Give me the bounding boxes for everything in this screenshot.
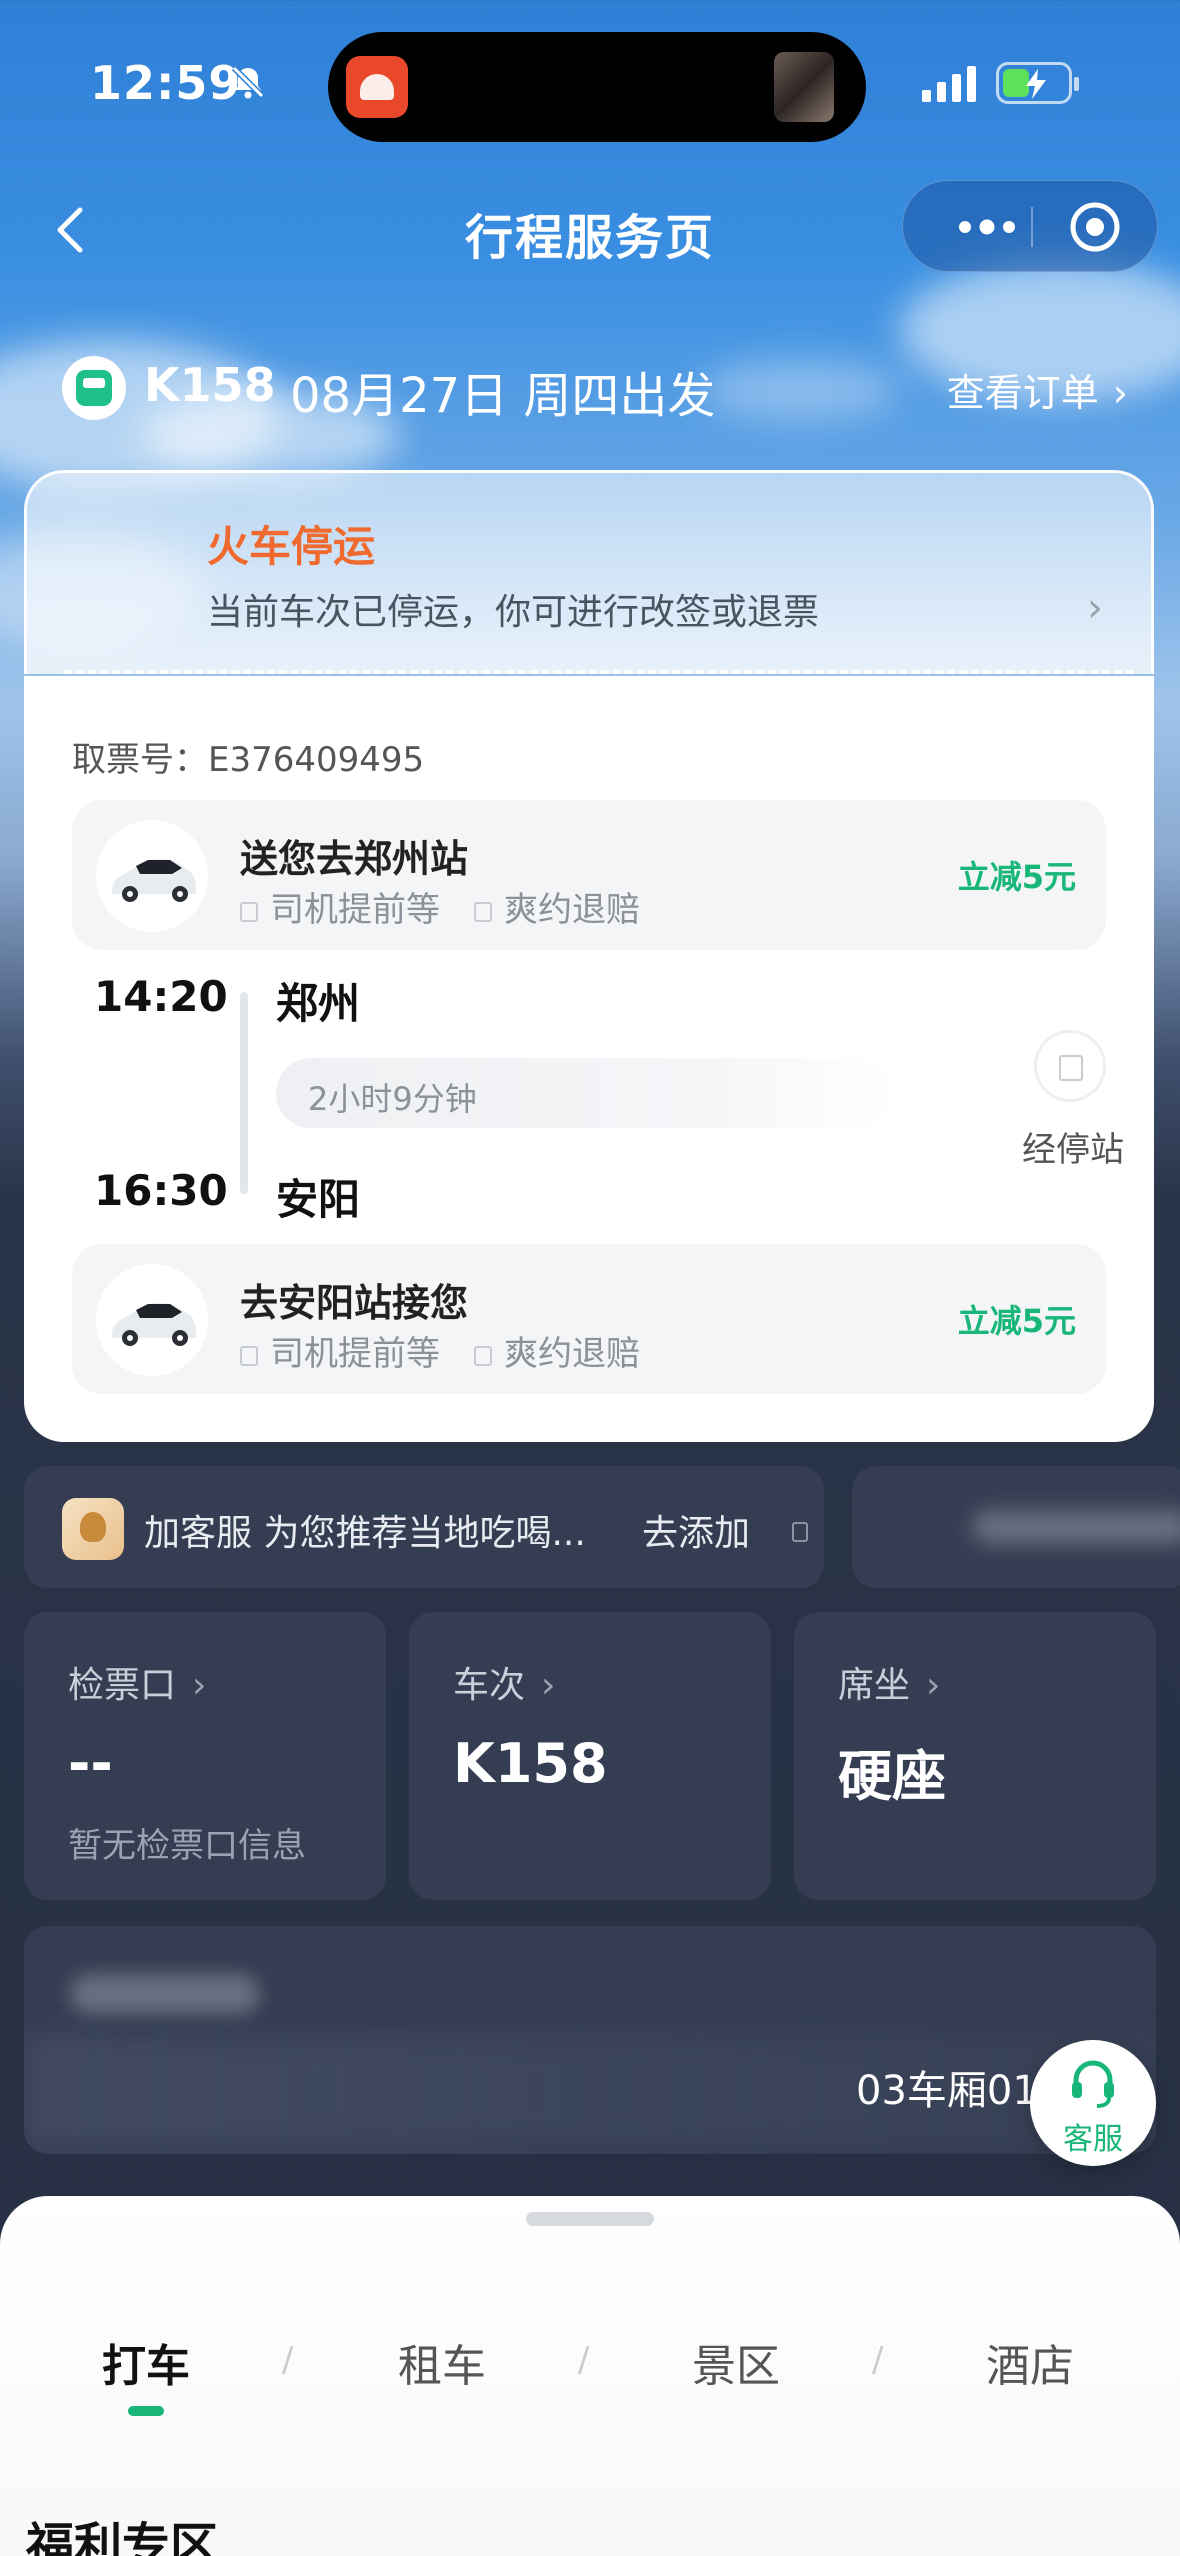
info-card-gate[interactable]: 检票口 › -- 暂无检票口信息: [24, 1612, 386, 1900]
customer-service-float-button[interactable]: 客服: [1030, 2040, 1156, 2166]
taxi-title: 送您去郑州站: [240, 837, 469, 881]
info-label: 检票口: [68, 1665, 177, 1706]
stops-button[interactable]: [1034, 1030, 1106, 1102]
train-icon: [62, 356, 126, 420]
add-service-link[interactable]: 去添加: [642, 1504, 750, 1556]
itinerary-card: 取票号：E376409495 送您去郑州站 司机提前等 爽约退赔 立减5元 14:…: [24, 676, 1154, 1442]
travel-duration: 2小时9分钟: [276, 1058, 896, 1128]
tab-separator: /: [282, 2340, 294, 2380]
info-card-seat[interactable]: 席坐 › 硬座: [794, 1612, 1156, 1900]
miniapp-capsule: [902, 180, 1158, 272]
train-number: K158: [144, 358, 276, 412]
app-activity-icon: [346, 56, 408, 118]
tab-scenic[interactable]: 景区: [636, 2330, 836, 2394]
tag-driver-wait: 司机提前等: [270, 1334, 440, 1374]
checkbox-icon: [474, 1345, 492, 1366]
battery-icon: [996, 62, 1079, 104]
service-suspended-notice[interactable]: 火车停运 当前车次已停运，你可进行改签或退票 ›: [24, 470, 1154, 674]
tab-hotel[interactable]: 酒店: [930, 2330, 1130, 2394]
info-label: 车次: [453, 1665, 526, 1706]
taxi-from-station-card[interactable]: 去安阳站接您 司机提前等 爽约退赔 立减5元: [72, 1244, 1106, 1394]
chevron-right-icon: ›: [1087, 585, 1103, 631]
ticket-perforation: [64, 670, 1134, 674]
nav-bar: 行程服务页: [0, 180, 1180, 280]
notice-description: 当前车次已停运，你可进行改签或退票: [207, 592, 820, 633]
tag-noshow-refund: 爽约退赔: [504, 890, 640, 930]
info-value: 硬座: [838, 1745, 946, 1808]
service-badge-icon: [62, 1498, 124, 1560]
silent-bell-icon: [231, 65, 265, 99]
more-dots-icon[interactable]: [947, 209, 1027, 245]
media-artwork-icon: [774, 52, 834, 122]
info-card-train[interactable]: 车次 › K158: [409, 1612, 771, 1900]
checkbox-icon: [474, 901, 492, 922]
capsule-divider: [1031, 207, 1033, 247]
discount-badge: 立减5元: [957, 1302, 1076, 1340]
status-bar: 12:59: [0, 0, 1180, 170]
stops-label[interactable]: 经停站: [1022, 1122, 1124, 1171]
car-icon: [96, 820, 208, 932]
tab-car-rental[interactable]: 租车: [342, 2330, 542, 2394]
journey-line: [240, 992, 248, 1194]
customer-service-label: 客服: [1063, 2122, 1123, 2157]
service-text: 加客服 为您推荐当地吃喝...: [144, 1513, 586, 1554]
section-title: 福利专区: [26, 2518, 219, 2556]
departure-station: 郑州: [276, 979, 361, 1028]
active-tab-indicator: [128, 2406, 164, 2416]
secondary-banner[interactable]: [852, 1466, 1180, 1588]
train-header: K158 08月27日 周四出发 查看订单 ›: [0, 346, 1180, 426]
bottom-sheet: 打车 / 租车 / 景区 / 酒店 福利专区: [0, 2196, 1180, 2556]
chevron-right-icon: ›: [926, 1665, 941, 1706]
dynamic-island: [328, 32, 866, 142]
service-tabs: 打车 / 租车 / 景区 / 酒店: [0, 2330, 1180, 2420]
customer-service-banner[interactable]: 加客服 为您推荐当地吃喝... 去添加: [24, 1466, 824, 1588]
drag-handle[interactable]: [526, 2212, 654, 2226]
info-value: K158: [453, 1732, 608, 1795]
taxi-title: 去安阳站接您: [240, 1281, 469, 1325]
checkbox-icon: [240, 901, 258, 922]
close-miniapp-icon[interactable]: [1067, 199, 1123, 255]
tab-separator: /: [578, 2340, 590, 2380]
tag-driver-wait: 司机提前等: [270, 890, 440, 930]
status-time: 12:59: [90, 56, 242, 110]
blurred-label: [70, 1974, 260, 2014]
blurred-content: [972, 1510, 1180, 1544]
departure-time: 14:20: [94, 972, 228, 1021]
arrival-station: 安阳: [276, 1175, 361, 1224]
cell-signal-icon: [922, 66, 976, 102]
chevron-right-icon: ›: [192, 1665, 207, 1706]
car-icon: [96, 1264, 208, 1376]
headset-icon: [1072, 2060, 1114, 2108]
small-box-icon: [792, 1522, 808, 1542]
view-order-label: 查看订单: [946, 371, 1099, 415]
carriage-seat: 03车厢01: [856, 2068, 1038, 2114]
view-order-link[interactable]: 查看订单 ›: [947, 362, 1128, 417]
arrival-time: 16:30: [94, 1166, 228, 1215]
info-value: --: [68, 1732, 113, 1795]
stops-icon: [1059, 1055, 1083, 1081]
taxi-tags: 司机提前等 爽约退赔: [240, 1326, 640, 1375]
notice-title: 火车停运: [207, 522, 376, 571]
tag-noshow-refund: 爽约退赔: [504, 1334, 640, 1374]
chevron-right-icon: ›: [1112, 371, 1128, 415]
info-subtext: 暂无检票口信息: [68, 1826, 306, 1866]
chevron-right-icon: ›: [541, 1665, 556, 1706]
checkbox-icon: [240, 1345, 258, 1366]
info-label: 席坐: [838, 1665, 911, 1706]
taxi-to-station-card[interactable]: 送您去郑州站 司机提前等 爽约退赔 立减5元: [72, 800, 1106, 950]
tab-taxi[interactable]: 打车: [46, 2330, 246, 2394]
tab-separator: /: [872, 2340, 884, 2380]
taxi-tags: 司机提前等 爽约退赔: [240, 882, 640, 931]
discount-badge: 立减5元: [957, 858, 1076, 896]
departure-date: 08月27日 周四出发: [290, 368, 716, 424]
seat-detail-card[interactable]: 03车厢01: [24, 1926, 1156, 2154]
pickup-ticket-number: 取票号：E376409495: [72, 740, 425, 780]
